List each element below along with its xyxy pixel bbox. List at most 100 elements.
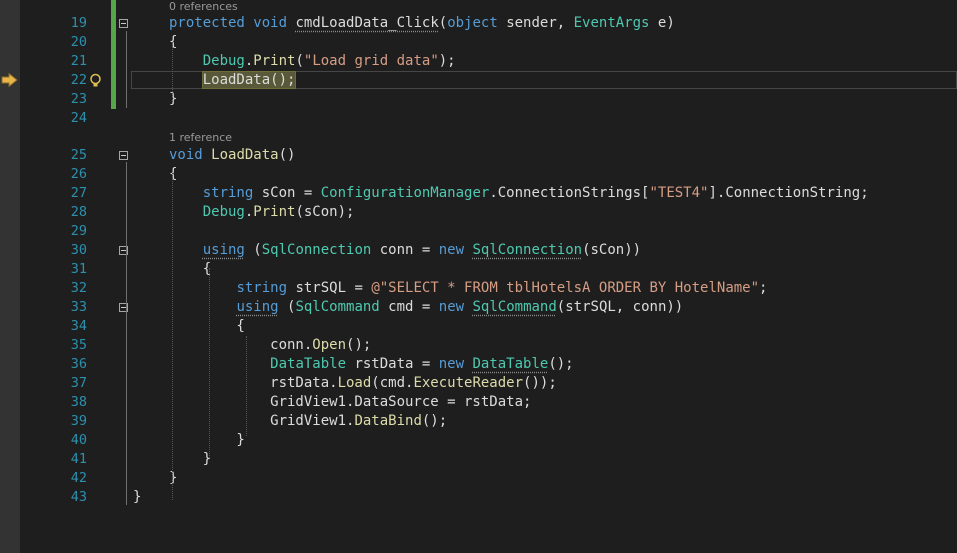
codelens-references[interactable]: 1 reference <box>169 131 232 145</box>
code-token: Print <box>253 53 296 69</box>
collapse-minus-icon[interactable] <box>119 19 128 28</box>
code-line[interactable]: 30 using (SqlConnection conn = new SqlCo… <box>0 241 957 260</box>
code-token: (sCon)) <box>582 242 642 258</box>
code-text[interactable]: using (SqlCommand cmd = new SqlCommand(s… <box>169 298 683 317</box>
line-number: 27 <box>70 185 87 201</box>
code-token: EventArgs <box>573 15 650 31</box>
line-number: 42 <box>70 470 87 486</box>
code-text[interactable]: rstData.Load(cmd.ExecuteReader()); <box>169 374 557 393</box>
code-text[interactable]: conn.Open(); <box>169 336 371 355</box>
code-token: DataBind <box>354 413 422 429</box>
collapse-minus-icon[interactable] <box>119 151 128 160</box>
code-token: using <box>236 299 279 315</box>
code-text[interactable]: { <box>169 317 244 336</box>
code-text[interactable]: string strSQL = @"SELECT * FROM tblHotel… <box>169 279 767 298</box>
code-token: conn = <box>371 242 439 258</box>
code-token: ); <box>438 53 456 69</box>
line-number: 24 <box>70 110 87 126</box>
code-text[interactable]: string sCon = ConfigurationManager.Conne… <box>169 184 869 203</box>
code-token: LoadData <box>211 147 279 163</box>
code-token: SqlConnection <box>472 242 583 258</box>
line-number: 23 <box>70 91 87 107</box>
line-number: 37 <box>70 375 87 391</box>
code-line[interactable]: 39 GridView1.DataBind(); <box>0 412 957 431</box>
code-token: SqlCommand <box>472 299 557 315</box>
code-token: Open <box>312 337 347 353</box>
code-line[interactable]: 27 string sCon = ConfigurationManager.Co… <box>0 184 957 203</box>
code-text[interactable]: Debug.Print(sCon); <box>169 203 355 222</box>
code-token: rstData = <box>346 356 439 372</box>
code-token: protected <box>169 15 245 31</box>
code-token: void <box>169 147 203 163</box>
code-line[interactable]: 40 } <box>0 431 957 450</box>
code-token: (strSQL, conn)) <box>556 299 684 315</box>
code-text[interactable]: { <box>169 165 177 184</box>
code-line[interactable]: 28 Debug.Print(sCon); <box>0 203 957 222</box>
line-number: 34 <box>70 318 87 334</box>
code-line[interactable]: 42} <box>0 469 957 488</box>
code-token: } <box>133 489 142 505</box>
code-token: { <box>169 261 212 277</box>
code-line[interactable]: 19 protected void cmdLoadData_Click(objec… <box>0 14 957 33</box>
code-token: SqlConnection <box>261 242 372 258</box>
line-number: 39 <box>70 413 87 429</box>
code-line[interactable]: 31 { <box>0 260 957 279</box>
code-token: Load <box>337 375 372 391</box>
line-number: 30 <box>70 242 87 258</box>
code-token: SqlCommand <box>295 299 380 315</box>
code-line[interactable]: 23} <box>0 90 957 109</box>
code-line[interactable]: 41 } <box>0 450 957 469</box>
code-line[interactable]: 32 string strSQL = @"SELECT * FROM tblHo… <box>0 279 957 298</box>
line-number: 31 <box>70 261 87 277</box>
code-line[interactable]: 35 conn.Open(); <box>0 336 957 355</box>
code-token: rstData. <box>169 375 338 391</box>
code-text[interactable]: } <box>133 488 141 507</box>
code-line[interactable]: 36 DataTable rstData = new DataTable(); <box>0 355 957 374</box>
code-line[interactable]: 25 void LoadData() <box>0 146 957 165</box>
code-text[interactable]: GridView1.DataSource = rstData; <box>169 393 531 412</box>
line-number: 29 <box>70 223 87 239</box>
code-line[interactable]: 24 <box>0 109 957 128</box>
code-line[interactable]: 26 { <box>0 165 957 184</box>
code-line[interactable]: 43} <box>0 488 957 507</box>
code-text[interactable]: } <box>169 90 177 109</box>
code-line[interactable]: 38 GridView1.DataSource = rstData; <box>0 393 957 412</box>
code-token: sCon = <box>253 185 321 201</box>
code-token: "Load grid data" <box>303 53 439 69</box>
code-text[interactable]: LoadData(); <box>169 71 297 90</box>
code-line[interactable]: 34 { <box>0 317 957 336</box>
code-token: strSQL = <box>287 280 372 296</box>
code-line[interactable]: 33 using (SqlCommand cmd = new SqlComman… <box>0 298 957 317</box>
code-text[interactable]: { <box>169 33 177 52</box>
code-line[interactable]: 29 <box>0 222 957 241</box>
code-token: } <box>169 451 212 467</box>
code-line[interactable]: 22 LoadData(); <box>0 71 957 90</box>
line-number: 36 <box>70 356 87 372</box>
indent-guide <box>172 42 173 102</box>
indent-guide <box>246 336 247 436</box>
code-text[interactable]: GridView1.DataBind(); <box>169 412 447 431</box>
code-token: ; <box>759 280 768 296</box>
code-token: new <box>438 242 465 258</box>
code-text[interactable]: } <box>169 469 177 488</box>
code-text[interactable]: } <box>169 450 211 469</box>
code-text[interactable]: void LoadData() <box>169 146 295 165</box>
code-token: new <box>438 356 465 372</box>
line-number: 35 <box>70 337 87 353</box>
code-text[interactable]: DataTable rstData = new DataTable(); <box>169 355 573 374</box>
code-text[interactable]: } <box>169 431 244 450</box>
code-text[interactable]: Debug.Print("Load grid data"); <box>169 52 456 71</box>
code-token: e) <box>649 15 675 31</box>
code-text[interactable]: using (SqlConnection conn = new SqlConne… <box>169 241 641 260</box>
code-line[interactable]: 37 rstData.Load(cmd.ExecuteReader()); <box>0 374 957 393</box>
code-token: ConfigurationManager <box>320 185 490 201</box>
line-number: 28 <box>70 204 87 220</box>
codelens-references[interactable]: 0 references <box>169 0 238 14</box>
code-text[interactable]: { <box>169 260 211 279</box>
code-text[interactable]: protected void cmdLoadData_Click(object … <box>169 14 675 33</box>
code-line[interactable]: 20 { <box>0 33 957 52</box>
code-line[interactable]: 21 Debug.Print("Load grid data"); <box>0 52 957 71</box>
line-number: 32 <box>70 280 87 296</box>
